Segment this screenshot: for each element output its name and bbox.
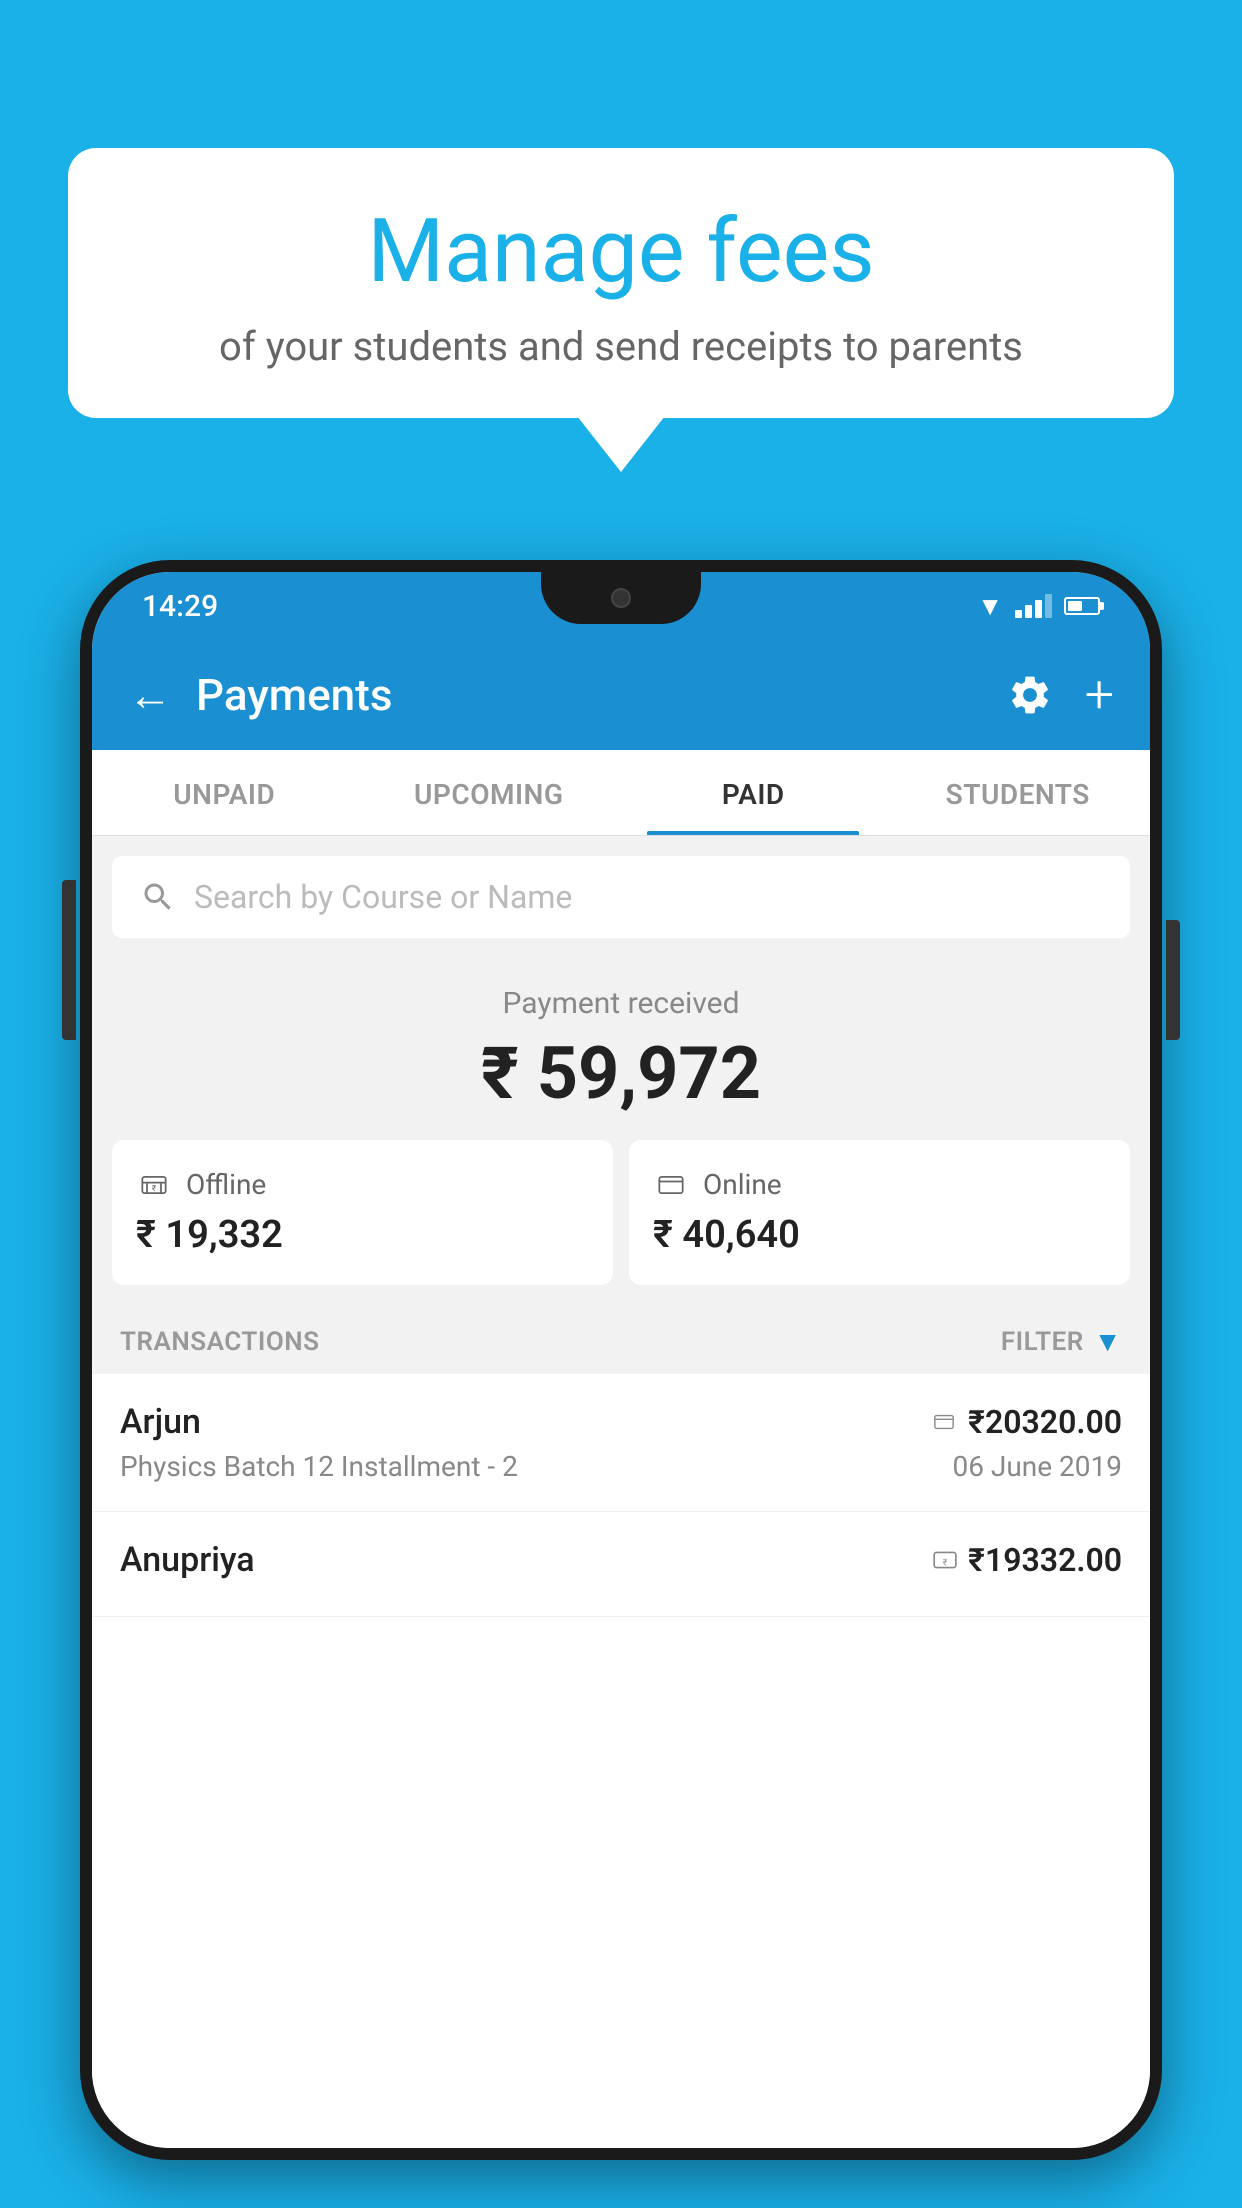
transaction-list: Arjun ₹20320.00 Physic	[92, 1374, 1150, 2148]
settings-icon[interactable]	[1007, 672, 1053, 718]
wifi-icon: ▼	[977, 591, 1003, 622]
app-bar: ← Payments +	[92, 640, 1150, 750]
bubble-title: Manage fees	[128, 200, 1114, 303]
cash-icon: ₹	[136, 1171, 172, 1199]
tabs: UNPAID UPCOMING PAID STUDENTS	[92, 750, 1150, 836]
payment-received-section: Payment received ₹ 59,972	[92, 958, 1150, 1140]
app-title: Payments	[196, 669, 1007, 721]
offline-payment-card: ₹ Offline ₹ 19,332	[112, 1140, 613, 1285]
status-icons: ▼	[977, 591, 1100, 622]
payment-received-label: Payment received	[112, 986, 1130, 1021]
transaction-amount-wrap: ₹20320.00	[930, 1403, 1122, 1441]
status-time: 14:29	[142, 589, 218, 624]
filter-button[interactable]: FILTER ▼	[1001, 1325, 1122, 1358]
payment-cards: ₹ Offline ₹ 19,332	[92, 1140, 1150, 1305]
bubble-subtitle: of your students and send receipts to pa…	[128, 323, 1114, 370]
background: Manage fees of your students and send re…	[0, 0, 1242, 2208]
table-row[interactable]: Anupriya ₹ ₹19332.00	[92, 1512, 1150, 1617]
app-bar-icons: +	[1007, 669, 1114, 721]
search-bar[interactable]: Search by Course or Name	[112, 856, 1130, 938]
transaction-amount-wrap: ₹ ₹19332.00	[932, 1541, 1122, 1579]
transaction-course: Physics Batch 12 Installment - 2	[120, 1450, 518, 1483]
svg-text:₹: ₹	[152, 1182, 157, 1192]
online-label: Online	[703, 1168, 782, 1201]
back-button[interactable]: ←	[128, 669, 172, 721]
phone-device: 14:29 ▼	[80, 560, 1162, 2160]
card-icon	[653, 1171, 689, 1199]
table-row[interactable]: Arjun ₹20320.00 Physic	[92, 1374, 1150, 1512]
offline-amount: ₹ 19,332	[136, 1213, 589, 1257]
payment-total-amount: ₹ 59,972	[112, 1031, 1130, 1116]
battery-icon	[1064, 597, 1100, 615]
speech-bubble: Manage fees of your students and send re…	[68, 148, 1174, 418]
transactions-label: TRANSACTIONS	[120, 1327, 320, 1357]
tab-unpaid[interactable]: UNPAID	[92, 750, 357, 835]
add-icon[interactable]: +	[1085, 669, 1114, 721]
tab-students[interactable]: STUDENTS	[886, 750, 1151, 835]
transaction-name: Arjun	[120, 1402, 201, 1442]
content-area: Search by Course or Name Payment receive…	[92, 836, 1150, 2148]
speech-bubble-arrow	[577, 416, 665, 472]
offline-label: Offline	[186, 1168, 266, 1201]
transaction-date: 06 June 2019	[952, 1450, 1122, 1483]
svg-text:₹: ₹	[943, 1558, 948, 1568]
transactions-header: TRANSACTIONS FILTER ▼	[92, 1305, 1150, 1374]
search-input[interactable]: Search by Course or Name	[194, 878, 572, 916]
transaction-amount: ₹20320.00	[968, 1403, 1122, 1441]
camera	[611, 588, 631, 608]
rupee-icon: ₹	[932, 1547, 958, 1573]
payment-card-icon	[930, 1411, 958, 1433]
search-icon	[140, 879, 176, 915]
tab-paid[interactable]: PAID	[621, 750, 886, 835]
online-payment-card: Online ₹ 40,640	[629, 1140, 1130, 1285]
phone-screen: 14:29 ▼	[92, 572, 1150, 2148]
tab-upcoming[interactable]: UPCOMING	[357, 750, 622, 835]
notch	[541, 572, 701, 624]
signal-icon	[1015, 594, 1052, 618]
phone-wrapper: 14:29 ▼	[80, 560, 1162, 2160]
filter-icon: ▼	[1094, 1325, 1122, 1358]
online-amount: ₹ 40,640	[653, 1213, 1106, 1257]
transaction-name: Anupriya	[120, 1540, 255, 1580]
transaction-amount: ₹19332.00	[968, 1541, 1122, 1579]
speech-bubble-wrapper: Manage fees of your students and send re…	[68, 148, 1174, 472]
filter-label: FILTER	[1001, 1327, 1084, 1357]
